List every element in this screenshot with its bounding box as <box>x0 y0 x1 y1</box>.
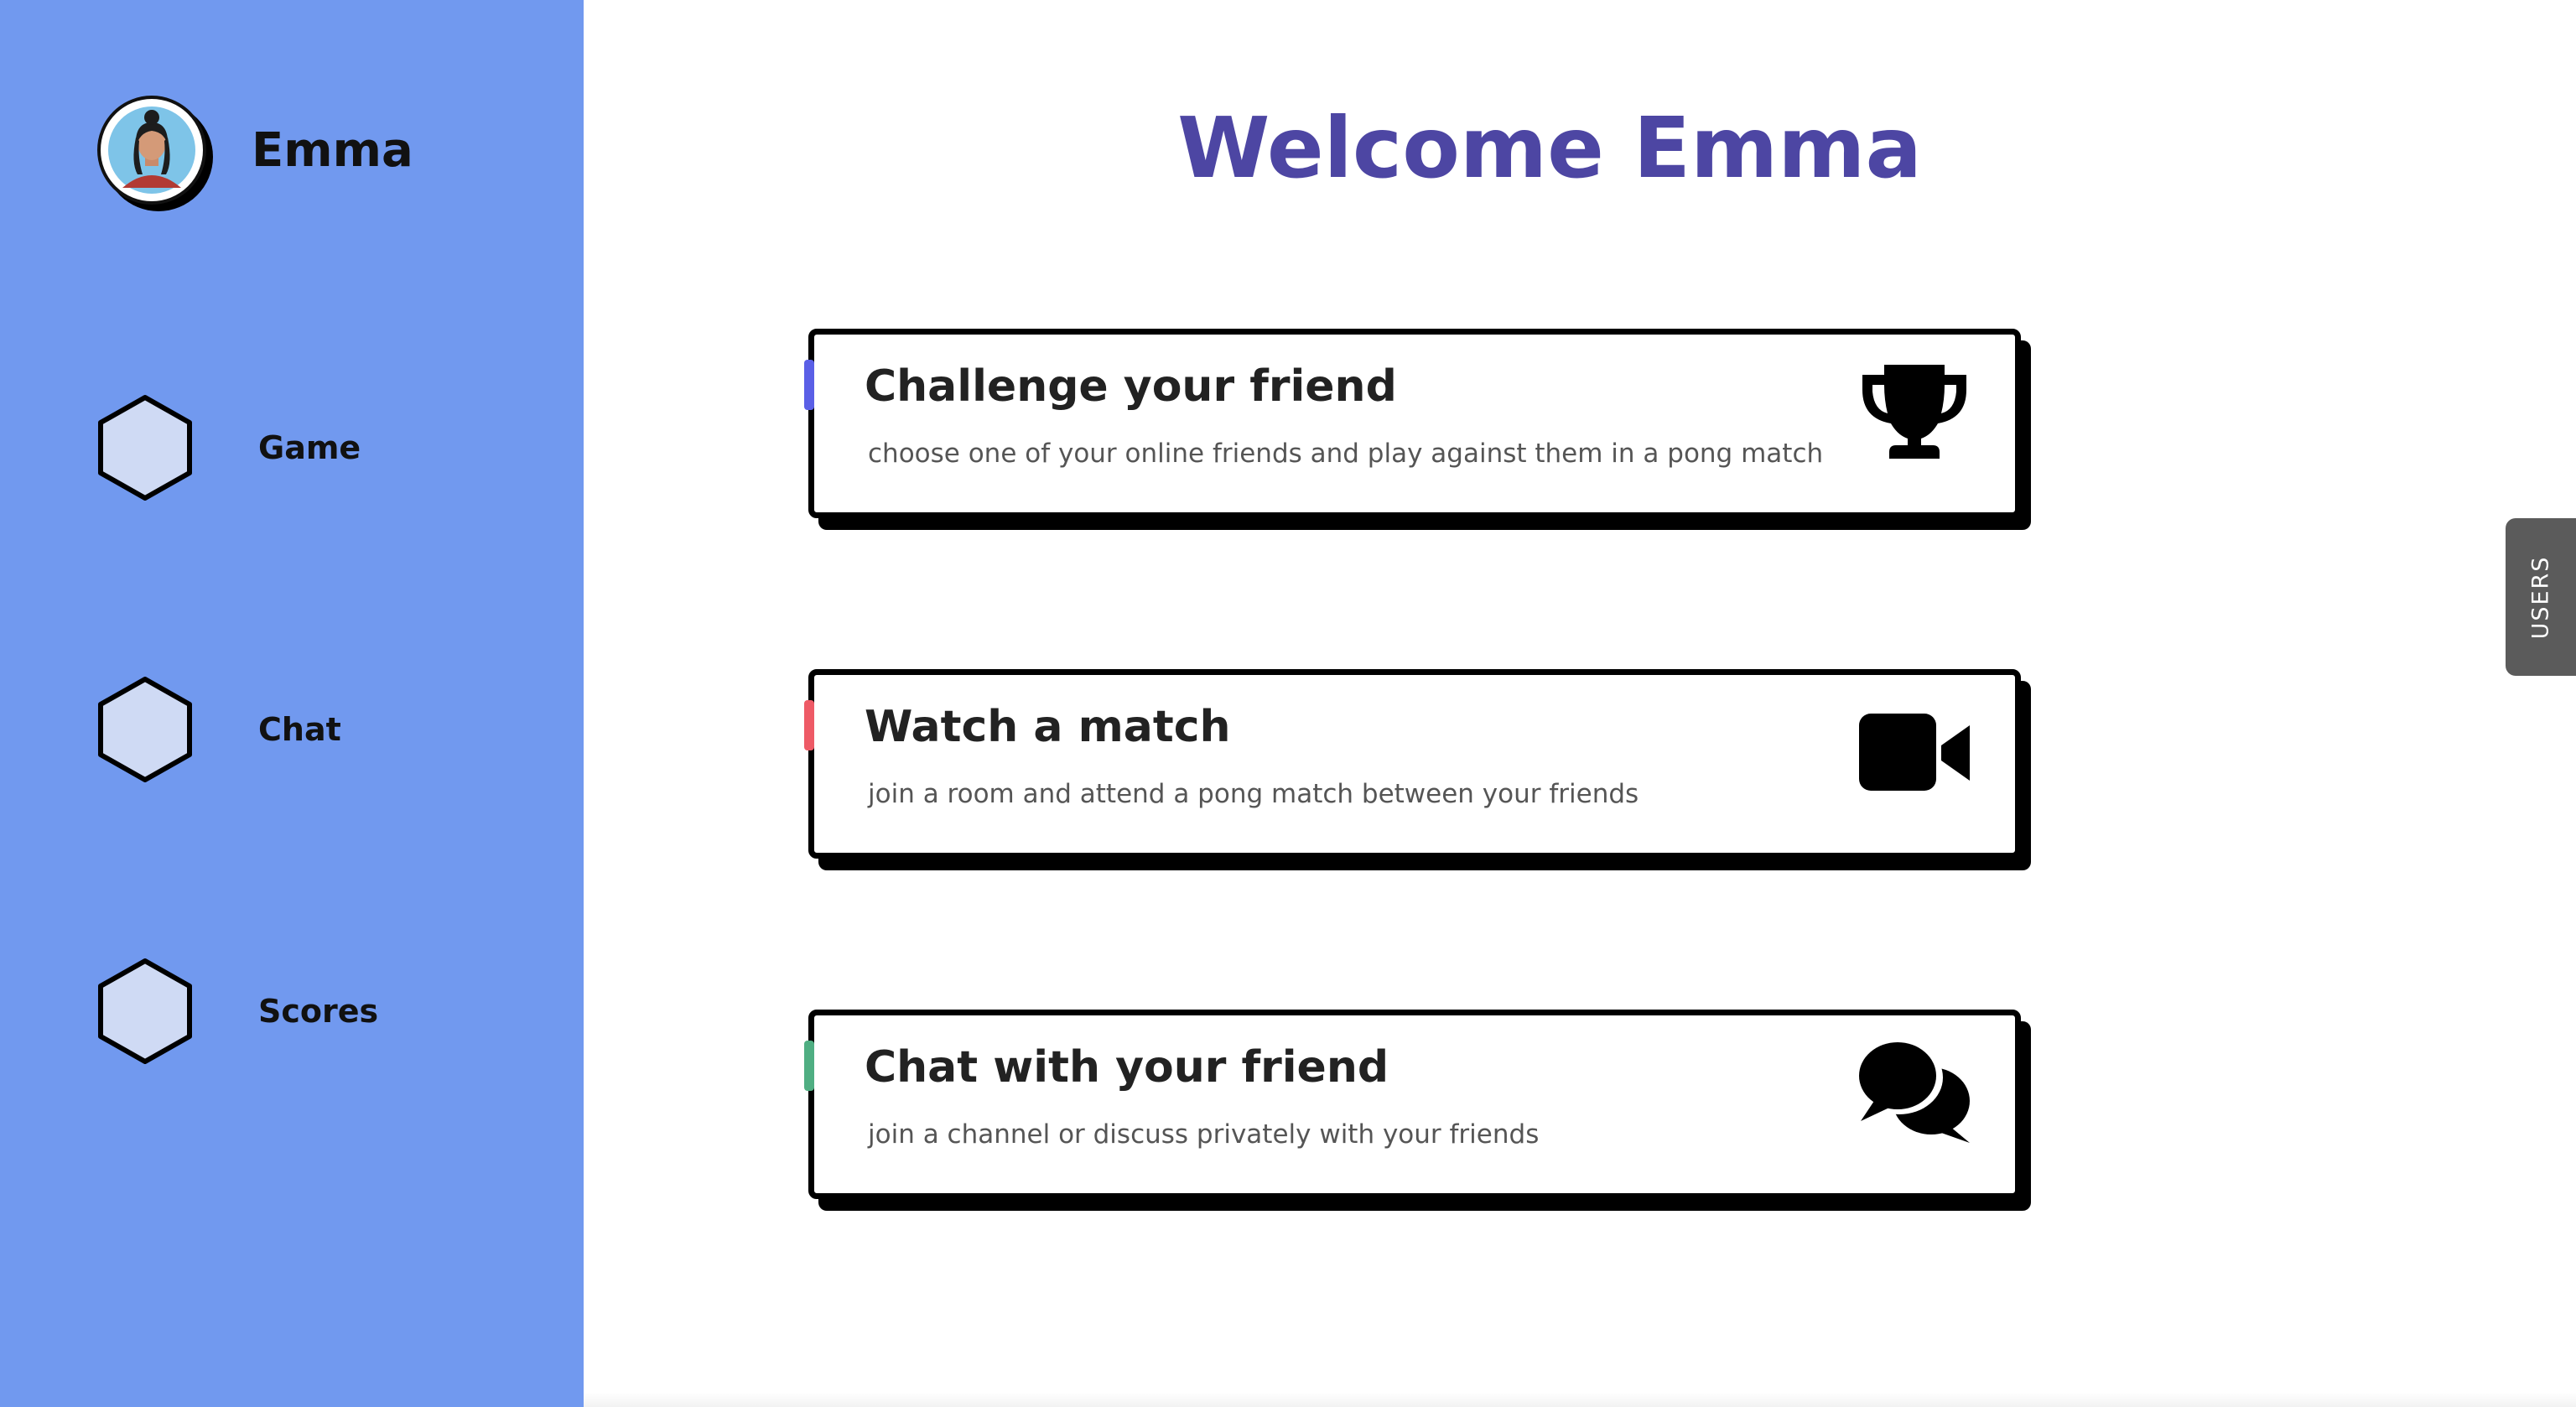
hexagon-icon <box>98 958 192 1064</box>
profile-name: Emma <box>252 122 413 178</box>
user-avatar-icon <box>108 106 195 194</box>
card-title: Watch a match <box>865 702 1231 752</box>
page-title: Welcome Emma <box>1177 99 1922 197</box>
sidebar-item-label: Scores <box>258 993 379 1030</box>
card-title: Challenge your friend <box>865 361 1397 412</box>
card-challenge-friend[interactable]: Challenge your friend choose one of your… <box>804 329 2021 518</box>
card-accent <box>804 1041 814 1091</box>
sidebar-item-label: Game <box>258 429 361 466</box>
users-tab[interactable]: USERS <box>2506 518 2576 676</box>
hexagon-icon <box>98 677 192 782</box>
sidebar-item-game[interactable]: Game <box>97 394 361 501</box>
avatar[interactable] <box>97 96 206 205</box>
video-camera-icon <box>1856 697 1973 806</box>
hexagon-icon <box>98 395 192 501</box>
sidebar-item-scores[interactable]: Scores <box>97 958 378 1065</box>
user-profile[interactable]: Emma <box>97 96 413 205</box>
card-accent <box>804 700 814 750</box>
card-description: choose one of your online friends and pl… <box>868 439 1824 469</box>
card-watch-match[interactable]: Watch a match join a room and attend a p… <box>804 669 2021 859</box>
sidebar-item-label: Chat <box>258 711 341 748</box>
chat-bubbles-icon <box>1856 1037 1973 1146</box>
card-title: Chat with your friend <box>865 1042 1389 1093</box>
bottom-shade <box>584 1392 2576 1407</box>
sidebar-item-chat[interactable]: Chat <box>97 676 341 783</box>
card-chat-friend[interactable]: Chat with your friend join a channel or … <box>804 1010 2021 1199</box>
users-tab-label: USERS <box>2527 555 2554 639</box>
card-accent <box>804 360 814 410</box>
card-description: join a channel or discuss privately with… <box>868 1119 1540 1150</box>
sidebar: Emma Game Chat Scores <box>0 0 584 1407</box>
trophy-icon <box>1856 356 1973 465</box>
card-description: join a room and attend a pong match betw… <box>868 779 1639 809</box>
